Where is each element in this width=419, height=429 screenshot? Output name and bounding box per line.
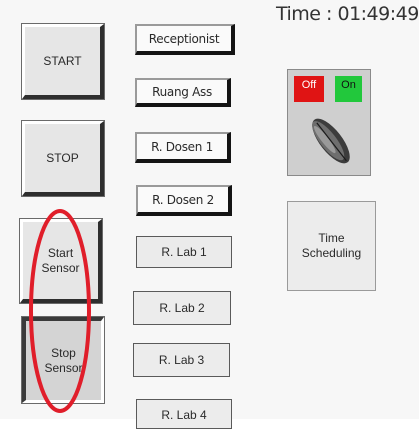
room-button-lab-4[interactable]: R. Lab 4 [136,399,232,429]
time-scheduling-button[interactable]: Time Scheduling [287,201,376,291]
room-label: Ruang Ass [152,84,212,99]
stop-sensor-label: Stop Sensor [44,345,83,375]
room-label: R. Lab 1 [161,245,207,259]
start-button-label: START [43,53,82,68]
start-sensor-label: Start Sensor [41,245,80,275]
stop-button-label: STOP [46,150,79,165]
room-button-dosen-1[interactable]: R. Dosen 1 [135,132,231,163]
stop-button[interactable]: STOP [22,121,104,196]
room-label: R. Dosen 2 [152,192,214,207]
time-scheduling-label: Time Scheduling [301,231,362,260]
switch-on-label: On [341,79,356,91]
room-button-lab-1[interactable]: R. Lab 1 [136,236,232,268]
switch-off-label: Off [301,79,317,91]
room-button-lab-3[interactable]: R. Lab 3 [133,343,230,377]
room-button-dosen-2[interactable]: R. Dosen 2 [136,185,232,216]
room-label: R. Lab 4 [161,408,207,422]
clock-display: Time : 01:49:49 [276,3,419,25]
power-switch-panel: Off On [287,69,371,176]
start-sensor-button[interactable]: Start Sensor [20,219,102,303]
room-button-lab-2[interactable]: R. Lab 2 [133,291,231,325]
room-label: R. Lab 2 [159,301,205,315]
start-button[interactable]: START [22,24,104,99]
room-label: Receptionist [148,31,220,46]
stop-sensor-button[interactable]: Stop Sensor [22,317,104,403]
room-label: R. Lab 3 [158,353,205,367]
switch-off-indicator[interactable]: Off [294,76,324,102]
rotary-switch-icon[interactable] [308,110,354,172]
switch-on-indicator[interactable]: On [335,76,362,102]
room-button-receptionist[interactable]: Receptionist [135,24,235,55]
room-button-ruang-ass[interactable]: Ruang Ass [135,78,231,107]
room-label: R. Dosen 1 [151,139,213,154]
control-panel-screen: Time : 01:49:49 START STOP Start Sensor … [0,0,419,429]
